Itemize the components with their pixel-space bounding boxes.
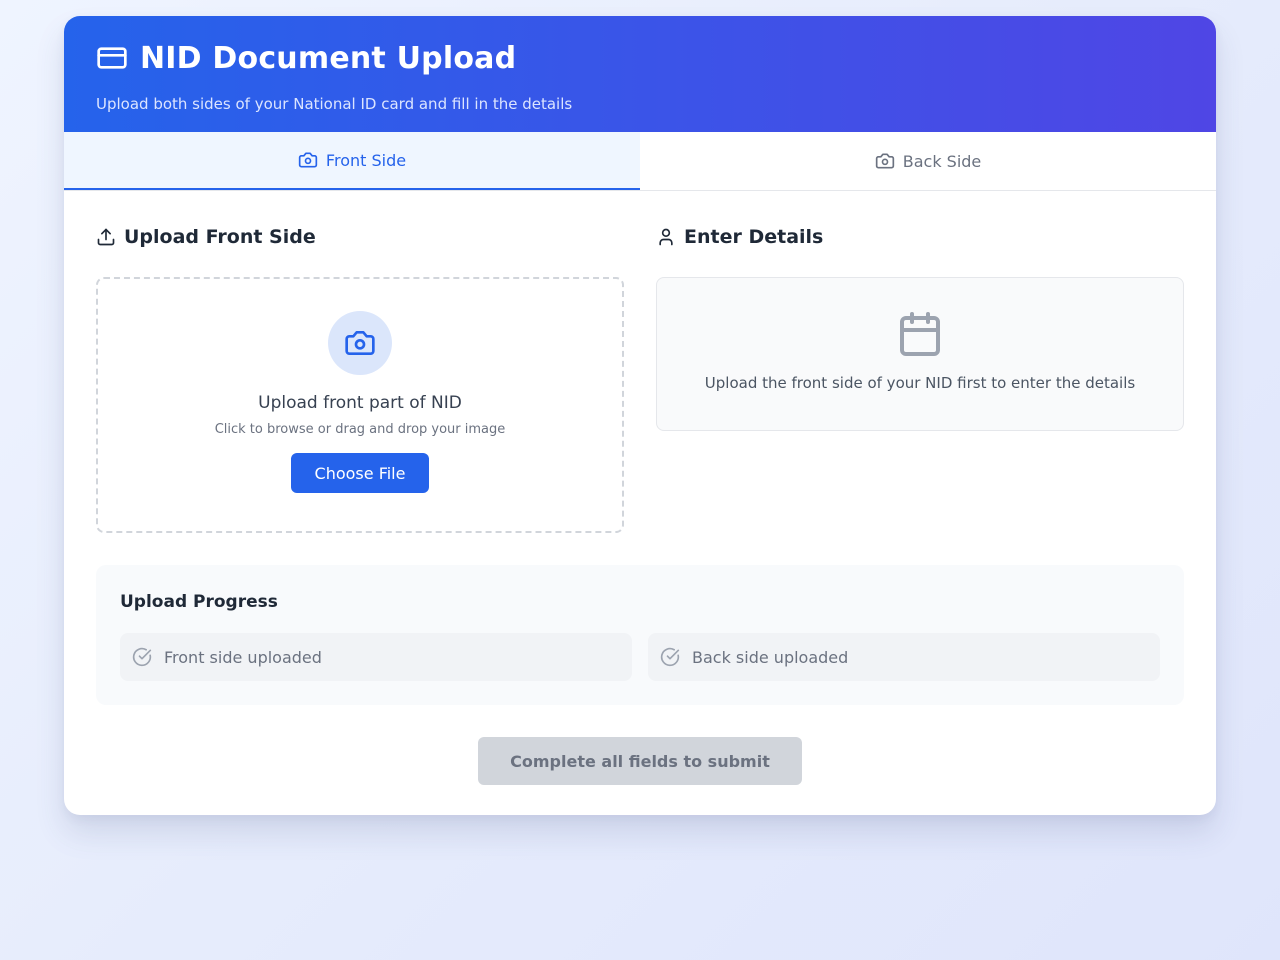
side-tabs: Front Side Back Side: [64, 132, 1216, 191]
details-placeholder: Upload the front side of your NID first …: [656, 277, 1184, 431]
upload-icon: [96, 227, 116, 247]
upload-card: NID Document Upload Upload both sides of…: [64, 16, 1216, 815]
tab-back-side[interactable]: Back Side: [640, 132, 1216, 190]
calendar-icon: [896, 310, 944, 358]
credit-card-icon: [96, 42, 128, 74]
camera-icon: [345, 331, 375, 355]
submit-wrap: Complete all fields to submit: [96, 737, 1184, 785]
upload-section-title: Upload Front Side: [96, 223, 624, 251]
columns: Upload Front Side Upload front part of N…: [96, 223, 1184, 533]
tab-label: Back Side: [902, 151, 982, 171]
details-section-label: Enter Details: [684, 226, 824, 248]
page-title: NID Document Upload: [140, 40, 517, 76]
camera-icon: [298, 150, 318, 170]
upload-progress-panel: Upload Progress Front side uploaded Back…: [96, 565, 1184, 705]
choose-file-button[interactable]: Choose File: [291, 453, 429, 493]
upload-section-label: Upload Front Side: [124, 226, 316, 248]
details-section-title: Enter Details: [656, 223, 1184, 251]
upload-column: Upload Front Side Upload front part of N…: [96, 223, 624, 533]
user-icon: [656, 227, 676, 247]
progress-title: Upload Progress: [120, 592, 278, 612]
details-column: Enter Details Upload the front side of y…: [656, 223, 1184, 533]
progress-item-front: Front side uploaded: [120, 633, 632, 681]
content: Upload Front Side Upload front part of N…: [64, 223, 1216, 785]
progress-items: Front side uploaded Back side uploaded: [120, 633, 1160, 681]
tab-label: Front Side: [325, 150, 407, 170]
progress-item-back: Back side uploaded: [648, 633, 1160, 681]
front-dropzone[interactable]: Upload front part of NID Click to browse…: [96, 277, 624, 533]
title-row: NID Document Upload: [96, 40, 1184, 76]
details-placeholder-text: Upload the front side of your NID first …: [704, 374, 1136, 392]
camera-icon: [875, 151, 895, 171]
page-subtitle: Upload both sides of your National ID ca…: [96, 95, 573, 113]
tab-front-side[interactable]: Front Side: [64, 132, 640, 190]
check-circle-icon: [660, 647, 680, 667]
header: NID Document Upload Upload both sides of…: [64, 16, 1216, 132]
submit-button[interactable]: Complete all fields to submit: [478, 737, 802, 785]
dropzone-hint: Click to browse or drag and drop your im…: [214, 422, 506, 437]
progress-item-label: Back side uploaded: [692, 647, 849, 667]
check-circle-icon: [132, 647, 152, 667]
camera-badge: [328, 311, 392, 375]
dropzone-title: Upload front part of NID: [258, 393, 462, 413]
progress-item-label: Front side uploaded: [164, 647, 322, 667]
